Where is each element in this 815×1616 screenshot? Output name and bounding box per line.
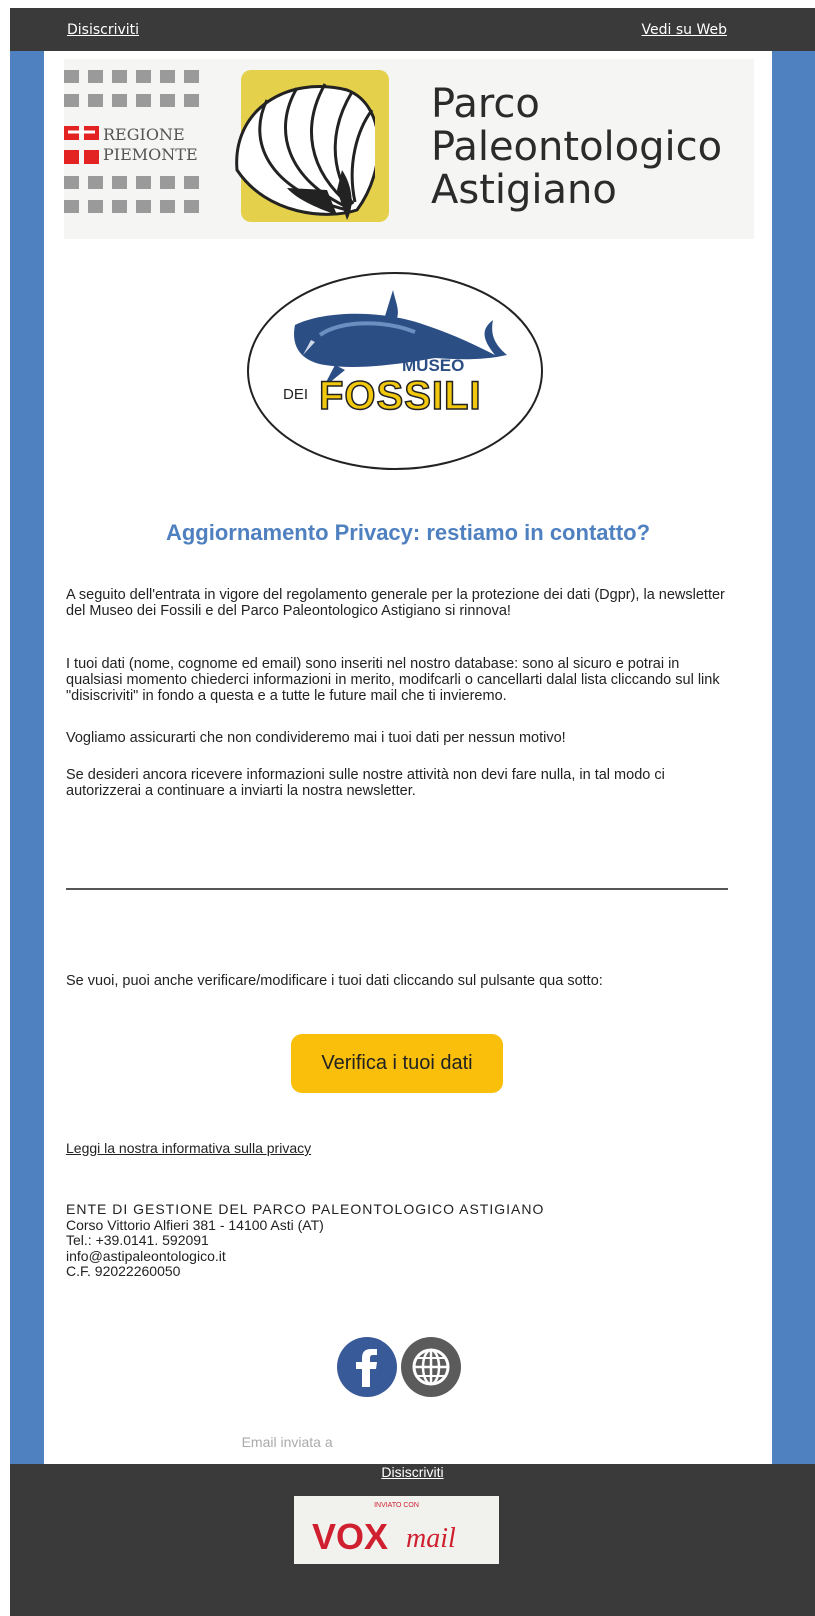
verify-data-button[interactable]: Verifica i tuoi dati — [291, 1034, 503, 1093]
regione-label: REGIONE — [103, 125, 185, 144]
facebook-icon[interactable] — [337, 1337, 397, 1397]
consent-paragraph: Se desideri ancora ricevere informazioni… — [66, 767, 665, 799]
unsubscribe-link-footer[interactable]: Disiscriviti — [381, 1464, 443, 1480]
sent-with-label: INVIATO CON — [374, 1502, 419, 1509]
voxmail-badge[interactable]: INVIATO CON VOX mail — [294, 1496, 499, 1564]
shell-icon — [235, 83, 375, 220]
parco-title-line1: Parco — [431, 81, 540, 127]
data-paragraph: I tuoi dati (nome, cognome ed email) son… — [66, 656, 720, 704]
parco-title: Parco Paleontologico Astigiano — [431, 83, 722, 212]
view-on-web-link[interactable]: Vedi su Web — [642, 22, 727, 38]
museo-small-label: MUSEO — [402, 356, 465, 375]
page-title: Aggiornamento Privacy: restiamo in conta… — [165, 520, 651, 545]
org-tax-code: C.F. 92022260050 — [66, 1263, 181, 1279]
right-border — [772, 51, 815, 1464]
privacy-policy-link[interactable]: Leggi la nostra informativa sulla privac… — [66, 1140, 311, 1156]
divider — [66, 888, 728, 890]
org-name: ENTE DI GESTIONE DEL PARCO PALEONTOLOGIC… — [66, 1201, 545, 1217]
org-email: info@astipaleontologico.it — [66, 1247, 226, 1264]
verify-intro-text: Se vuoi, puoi anche verificare/modificar… — [66, 973, 603, 989]
sent-to-line: Email inviata a graziano.delmastro@colli… — [10, 1434, 815, 1450]
org-street: Corso Vittorio Alfieri 381 - 14100 Asti … — [66, 1216, 324, 1233]
sent-to-label: Email inviata a — [241, 1434, 333, 1450]
assurance-paragraph: Vogliamo assicurarti che non condividere… — [66, 730, 566, 746]
globe-icon[interactable] — [401, 1337, 461, 1397]
museo-dei-label: DEI — [283, 386, 309, 403]
footer-unsubscribe-line: Disiscriviti — [10, 1464, 815, 1480]
intro-paragraph: A seguito dell'entrata in vigore del reg… — [66, 587, 725, 619]
piemonte-label: PIEMONTE — [103, 145, 198, 164]
museum-whale-icon — [247, 272, 543, 470]
vox-label: VOX — [312, 1516, 389, 1557]
top-bar: Disiscriviti Vedi su Web — [10, 8, 815, 51]
unsubscribe-link-top[interactable]: Disiscriviti — [67, 22, 139, 38]
parco-shell-logo — [235, 70, 389, 222]
museo-fossili-logo: MUSEO DEI FOSSILI — [245, 270, 545, 472]
organization-address: ENTE DI GESTIONE DEL PARCO PALEONTOLOGIC… — [66, 1201, 545, 1280]
org-phone: Tel.: +39.0141. 592091 — [66, 1232, 209, 1248]
museo-fossili-label: FOSSILI — [318, 373, 482, 419]
recipient-email-link[interactable]: graziano.delmastro@collinatorinese.org — [337, 1434, 584, 1450]
parco-title-line2: Paleontologico — [431, 124, 723, 170]
left-border — [10, 51, 44, 1464]
mail-label: mail — [406, 1523, 456, 1554]
parco-title-line3: Astigiano — [431, 167, 617, 213]
